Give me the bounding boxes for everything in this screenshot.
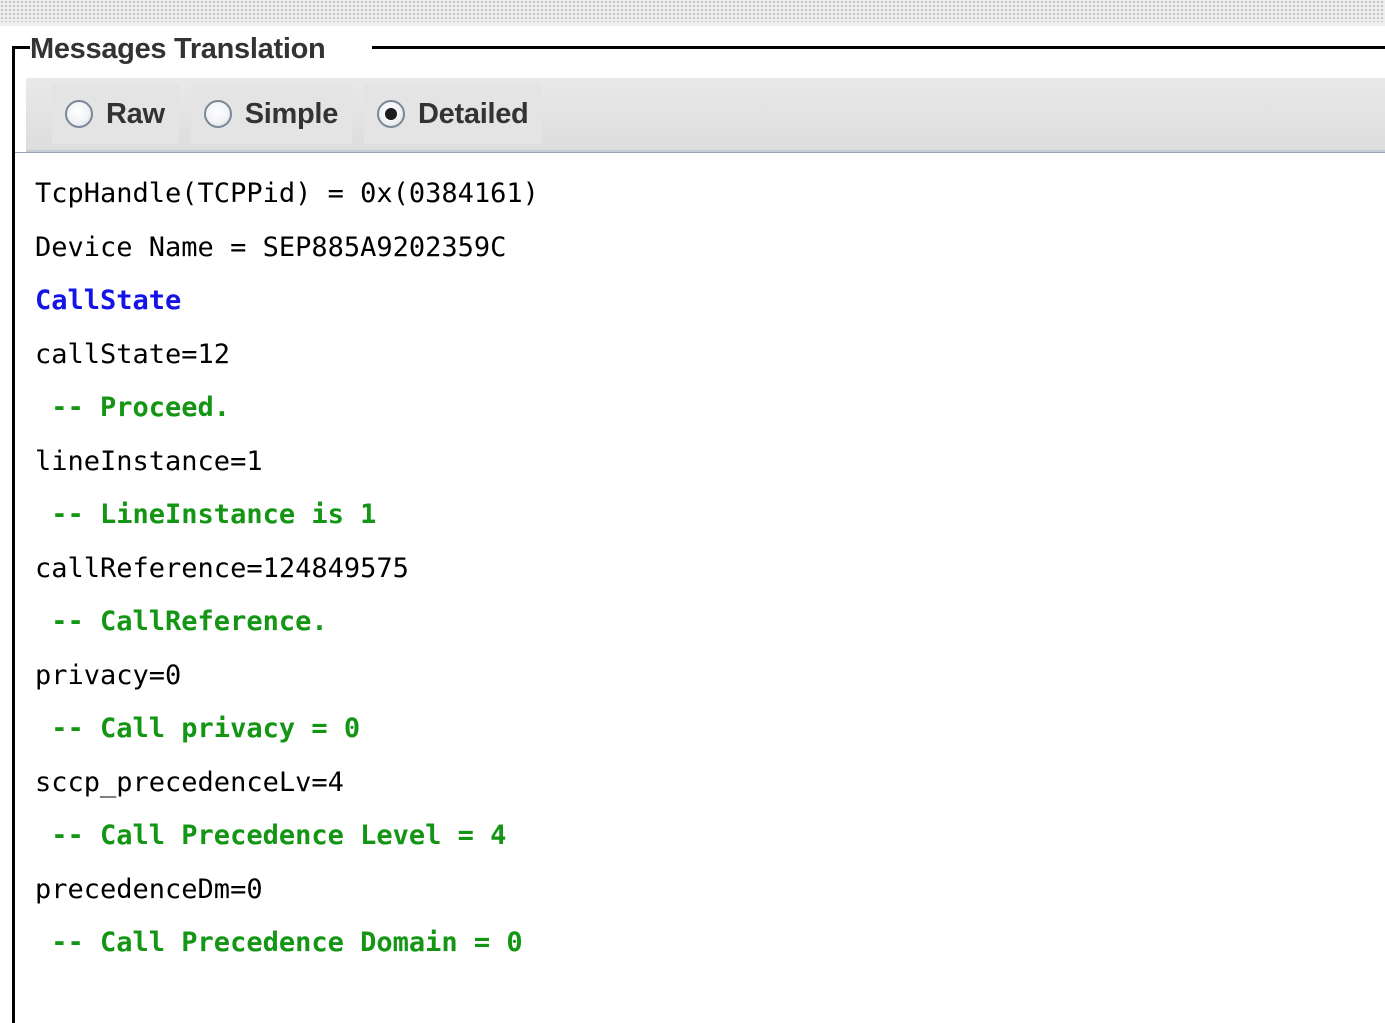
message-line-comment: -- LineInstance is 1 (35, 499, 377, 530)
message-line-comment: -- Call Precedence Domain = 0 (35, 927, 523, 958)
panel-title: Messages Translation (30, 33, 326, 65)
radio-button-icon[interactable] (203, 100, 232, 128)
message-line-comment: -- Call privacy = 0 (35, 713, 361, 744)
message-line-comment: -- Proceed. (35, 392, 231, 423)
panel-border-top-left (12, 46, 30, 49)
detailed-radio-option[interactable]: Detailed (364, 84, 543, 144)
message-line-field: lineInstance=1 (35, 445, 263, 477)
message-line-comment: -- CallReference. (35, 606, 328, 637)
radio-button-selected-icon[interactable] (377, 100, 406, 128)
message-line-field: privacy=0 (35, 659, 182, 691)
simple-radio-option[interactable]: Simple (190, 84, 353, 144)
radio-button-icon[interactable] (65, 100, 93, 128)
message-line-field: TcpHandle(TCPPid) = 0x(0384161) (35, 178, 539, 209)
message-line-field: sccp_precedenceLv=4 (35, 766, 344, 798)
message-detail-text-area[interactable]: TcpHandle(TCPPid) = 0x(0384161) Device N… (15, 152, 1385, 1023)
simple-radio-label: Simple (244, 97, 339, 130)
detailed-radio-label: Detailed (418, 97, 529, 130)
message-line-field: callReference=124849575 (35, 552, 409, 584)
top-dotted-strip (0, 0, 1385, 26)
message-line-field: precedenceDm=0 (35, 873, 263, 905)
view-mode-toolbar: Raw Simple Detailed (26, 78, 1385, 152)
panel-border-top-right (372, 46, 1385, 49)
messages-translation-panel: Messages Translation Raw Simple Detailed… (0, 26, 1385, 1023)
message-line-field: Device Name = SEP885A9202359C (35, 231, 507, 263)
raw-radio-label: Raw (106, 97, 165, 130)
message-line-header: CallState (35, 285, 182, 316)
message-lines: TcpHandle(TCPPid) = 0x(0384161) Device N… (35, 171, 539, 974)
raw-radio-option[interactable]: Raw (52, 84, 179, 144)
message-line-comment: -- Call Precedence Level = 4 (35, 820, 507, 851)
view-mode-radio-group: Raw Simple Detailed (52, 84, 554, 144)
message-line-field: callState=12 (35, 338, 231, 370)
